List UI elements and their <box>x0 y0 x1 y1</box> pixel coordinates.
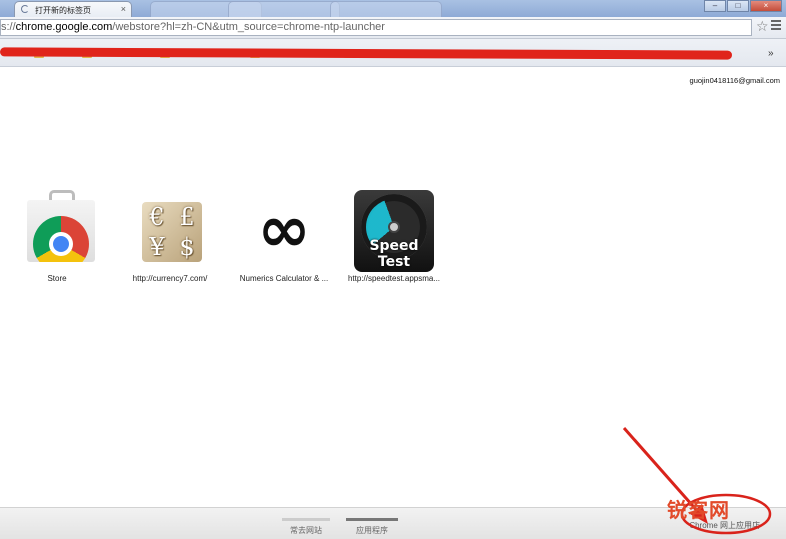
url-host: chrome.google.com <box>15 21 113 33</box>
tab-apps[interactable]: 应用程序 <box>346 518 398 536</box>
infinity-icon: ∞ <box>257 193 311 267</box>
close-window-button[interactable]: × <box>750 0 782 12</box>
chrome-store-icon <box>17 190 97 270</box>
toolbar: s://chrome.google.com/webstore?hl=zh-CN&… <box>0 17 786 39</box>
tab-title: 打开新的标签页 <box>35 6 91 15</box>
url-path: /webstore?hl=zh-CN&utm_source=chrome-ntp… <box>112 21 385 33</box>
loading-icon <box>21 5 29 13</box>
app-store[interactable]: Store <box>16 190 98 283</box>
app-speedtest[interactable]: Speed Test http://speedtest.appsma... <box>342 190 446 283</box>
tab-new-tab[interactable]: 打开新的标签页 × <box>14 1 132 17</box>
menu-icon[interactable] <box>771 20 781 32</box>
app-label: http://currency7.com/ <box>132 274 208 283</box>
app-numerics-calculator[interactable]: ∞ Numerics Calculator & ... <box>232 190 336 283</box>
tab-strip: 打开新的标签页 × – □ × <box>0 0 786 17</box>
bookmark-star-icon[interactable]: ☆ <box>756 18 769 35</box>
watermark: 锐客网 <box>667 498 730 522</box>
minimize-button[interactable]: – <box>704 0 726 12</box>
redaction-scribble <box>0 47 733 60</box>
maximize-button[interactable]: □ <box>727 0 749 12</box>
tab-most-visited[interactable]: 常去网站 <box>282 518 330 536</box>
app-currency[interactable]: € £ ¥ $ http://currency7.com/ <box>118 190 222 283</box>
bookmarks-bar: » <box>0 39 786 67</box>
background-tab[interactable] <box>330 1 442 17</box>
url-prefix: s:// <box>1 21 16 33</box>
background-tab[interactable] <box>228 1 340 17</box>
tab-close-icon[interactable]: × <box>121 4 126 14</box>
speedtest-icon: Speed Test <box>354 190 434 272</box>
address-bar[interactable]: s://chrome.google.com/webstore?hl=zh-CN&… <box>0 19 752 36</box>
app-label: http://speedtest.appsma... <box>347 274 441 283</box>
window-controls: – □ × <box>703 0 782 13</box>
currency-icon: € £ ¥ $ <box>130 190 210 270</box>
bookmarks-overflow-icon[interactable]: » <box>768 48 774 59</box>
account-email[interactable]: guojin0418116@gmail.com <box>690 76 780 85</box>
app-label: Numerics Calculator & ... <box>239 274 329 283</box>
app-label: Store <box>47 274 67 283</box>
